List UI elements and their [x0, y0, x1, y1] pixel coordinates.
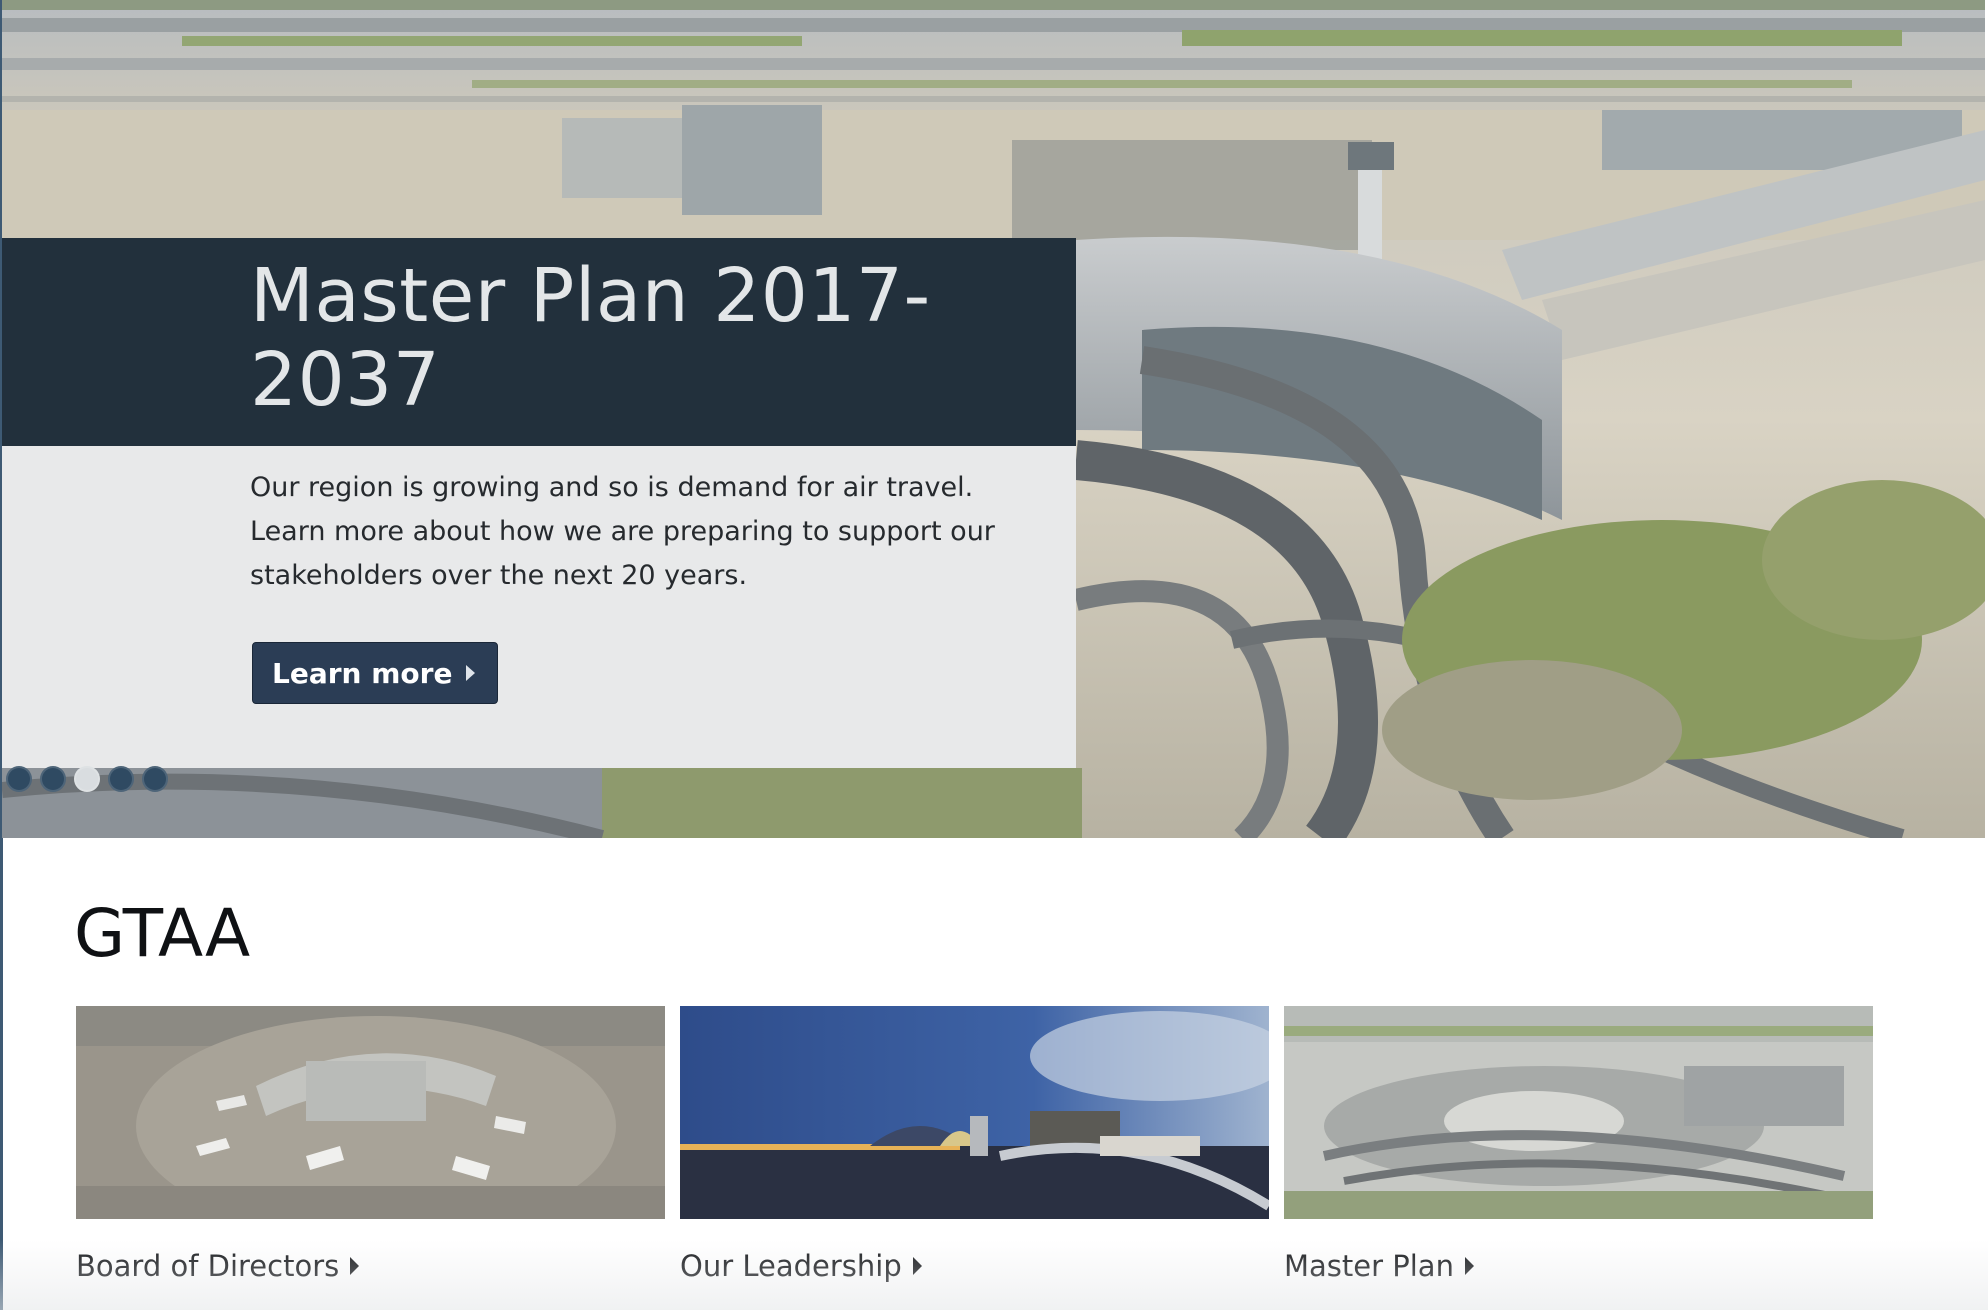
- learn-more-label: Learn more: [272, 656, 453, 690]
- hero-banner: Master Plan 2017-2037 Our region is grow…: [2, 0, 1985, 838]
- our-leadership-link[interactable]: Our Leadership: [680, 1249, 1269, 1283]
- page: Master Plan 2017-2037 Our region is grow…: [0, 0, 1988, 1310]
- card-row: Board of Directors Our Leadership Master…: [76, 1006, 1876, 1306]
- carousel-dot[interactable]: [108, 766, 134, 792]
- card-label: Master Plan: [1284, 1249, 1454, 1283]
- card-label: Our Leadership: [680, 1249, 902, 1283]
- carousel-dot[interactable]: [6, 766, 32, 792]
- card-our-leadership: Our Leadership: [680, 1006, 1269, 1283]
- hero-panel: Master Plan 2017-2037 Our region is grow…: [2, 238, 1076, 768]
- board-of-directors-link[interactable]: Board of Directors: [76, 1249, 665, 1283]
- hero-body-box: Our region is growing and so is demand f…: [2, 446, 1076, 768]
- carousel-dot-active[interactable]: [74, 766, 100, 792]
- master-plan-link[interactable]: Master Plan: [1284, 1249, 1873, 1283]
- card-board-of-directors: Board of Directors: [76, 1006, 665, 1283]
- arrow-right-icon: [466, 665, 476, 681]
- carousel-dot[interactable]: [40, 766, 66, 792]
- carousel-dot[interactable]: [142, 766, 168, 792]
- learn-more-button[interactable]: Learn more: [252, 642, 499, 704]
- hero-title-box: Master Plan 2017-2037: [2, 238, 1076, 446]
- hero-description: Our region is growing and so is demand f…: [250, 472, 995, 591]
- our-leadership-image[interactable]: [680, 1006, 1269, 1219]
- board-of-directors-image[interactable]: [76, 1006, 665, 1219]
- caret-right-icon: [912, 1257, 922, 1275]
- caret-right-icon: [1464, 1257, 1474, 1275]
- hero-title: Master Plan 2017-2037: [250, 253, 931, 423]
- carousel-dots: [6, 766, 168, 792]
- section-title: GTAA: [74, 895, 251, 972]
- caret-right-icon: [350, 1257, 360, 1275]
- card-master-plan: Master Plan: [1284, 1006, 1873, 1283]
- card-label: Board of Directors: [76, 1249, 340, 1283]
- master-plan-image[interactable]: [1284, 1006, 1873, 1219]
